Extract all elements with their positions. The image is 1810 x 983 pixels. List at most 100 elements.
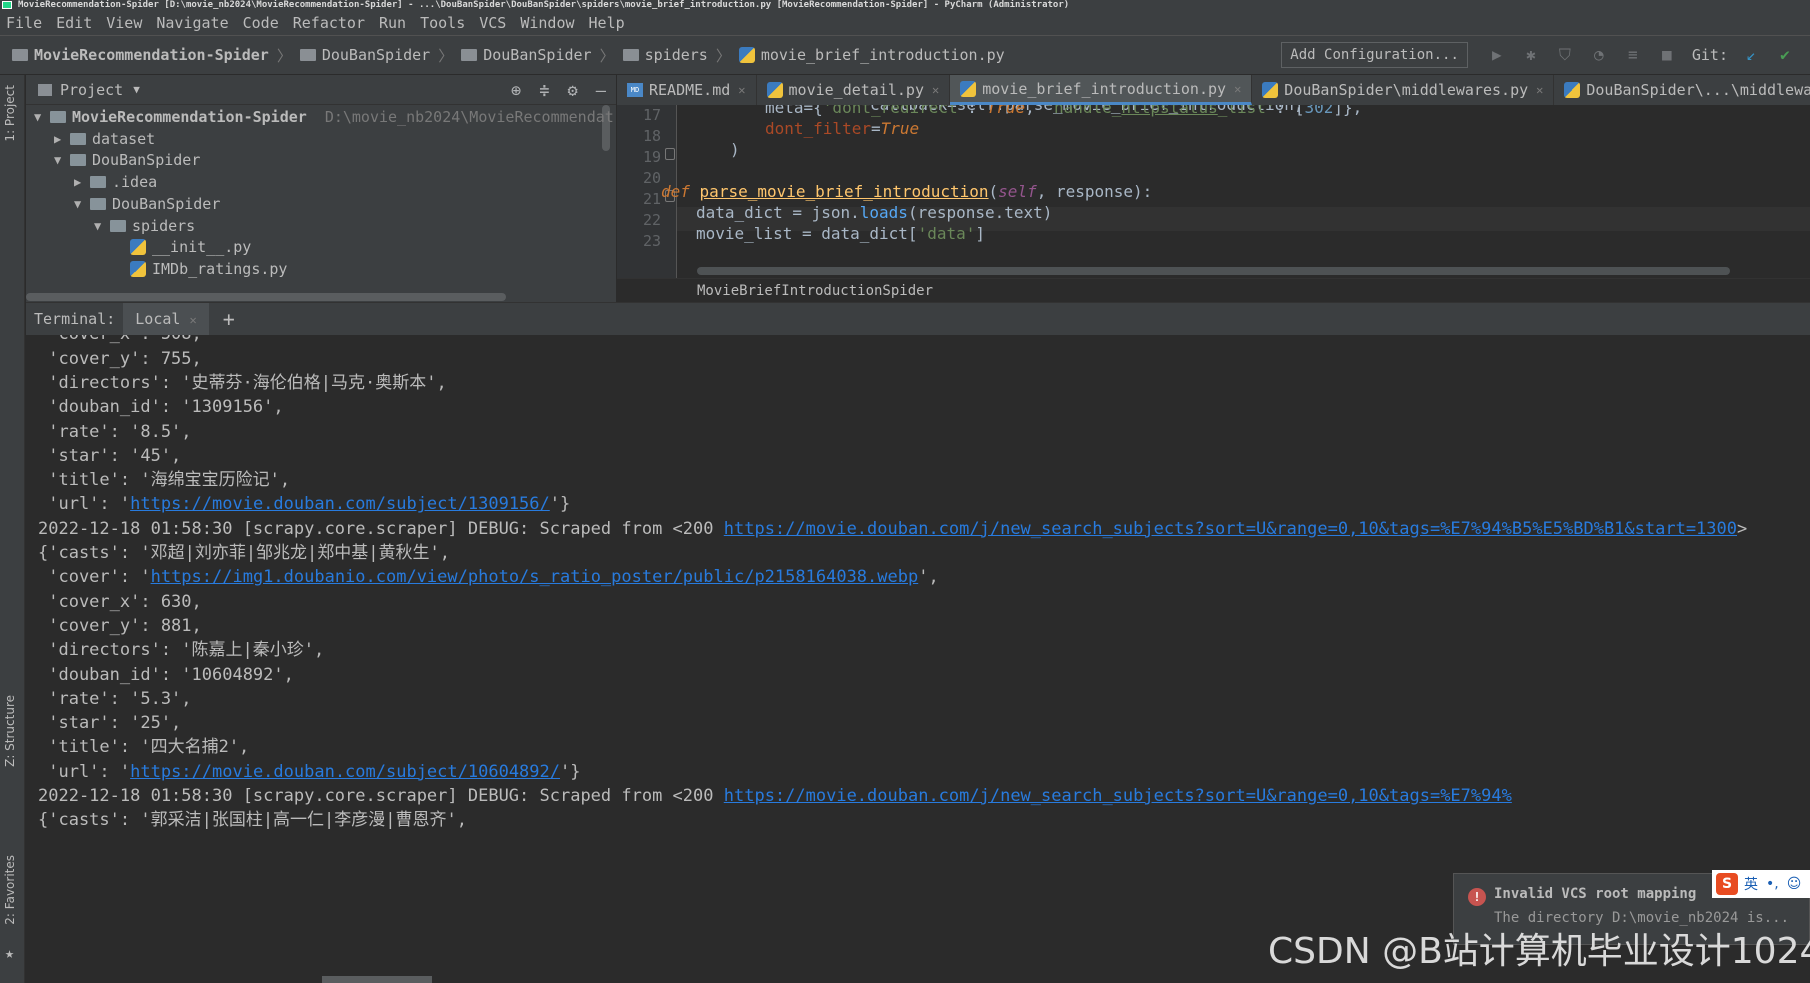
close-icon[interactable]: ✕ bbox=[932, 83, 939, 97]
run-icon[interactable]: ▶ bbox=[1488, 46, 1506, 64]
locate-icon[interactable]: ⊕ bbox=[511, 81, 521, 101]
tree-node--init-py[interactable]: __init__.py bbox=[114, 235, 251, 259]
project-tool-tab[interactable]: 1: Project bbox=[3, 85, 17, 142]
terminal-text: '} bbox=[549, 494, 571, 515]
chevron-right-icon[interactable]: ▶ bbox=[74, 170, 90, 194]
code-line-22: data_dict = json.loads(response.text) bbox=[696, 203, 1053, 222]
folder-icon bbox=[38, 83, 52, 96]
menu-item-help[interactable]: Help bbox=[589, 14, 625, 32]
tree-node-imdb-ratings-py[interactable]: IMDb_ratings.py bbox=[114, 257, 287, 281]
line-number: 19 bbox=[642, 148, 661, 166]
menu-item-run[interactable]: Run bbox=[379, 14, 406, 32]
editor-tab[interactable]: movie_detail.py ✕ bbox=[757, 75, 951, 105]
editor-tab-label: DouBanSpider\middlewares.py bbox=[1284, 81, 1529, 99]
tree-node-spiders[interactable]: ▼ spiders bbox=[94, 214, 195, 238]
terminal-text: {'casts': '郭采洁|张国柱|高一仁|李彦漫|曹恩齐', bbox=[38, 810, 467, 831]
breadcrumb-label: MovieRecommendation-Spider bbox=[34, 46, 269, 64]
bottom-scrollbar[interactable] bbox=[322, 976, 432, 983]
menu-item-refactor[interactable]: Refactor bbox=[293, 14, 365, 32]
favorites-tool-tab[interactable]: 2: Favorites bbox=[3, 855, 17, 925]
ime-toolbar[interactable]: S 英 •, ☺ bbox=[1712, 870, 1810, 898]
breadcrumb-item[interactable]: 〉 DouBanSpider bbox=[430, 45, 591, 66]
add-configuration-button[interactable]: Add Configuration... bbox=[1281, 42, 1468, 68]
tree-node--idea[interactable]: ▶ .idea bbox=[74, 170, 157, 194]
folder-icon bbox=[90, 197, 106, 210]
menu-item-edit[interactable]: Edit bbox=[56, 14, 92, 32]
editor-tab[interactable]: DouBanSpider\...\middlewar bbox=[1554, 75, 1810, 105]
gear-icon[interactable]: ⚙ bbox=[568, 81, 578, 101]
close-icon[interactable]: ✕ bbox=[1536, 83, 1543, 97]
debug-icon[interactable]: ✱ bbox=[1522, 46, 1540, 64]
menu-item-view[interactable]: View bbox=[106, 14, 142, 32]
editor-tab[interactable]: DouBanSpider\middlewares.py ✕ bbox=[1252, 75, 1555, 105]
minimize-icon[interactable]: — bbox=[596, 81, 606, 101]
tree-node-label: spiders bbox=[132, 216, 196, 235]
chevron-down-icon[interactable]: ▼ bbox=[94, 214, 110, 238]
menu-item-window[interactable]: Window bbox=[520, 14, 574, 32]
fold-end-icon[interactable] bbox=[665, 148, 675, 160]
stop-icon[interactable]: ■ bbox=[1658, 46, 1676, 64]
breadcrumb-item[interactable]: 〉 spiders bbox=[592, 45, 708, 66]
terminal-link[interactable]: https://movie.douban.com/j/new_search_su… bbox=[724, 786, 1512, 806]
chevron-down-icon[interactable]: ▼ bbox=[74, 192, 90, 216]
editor-tab[interactable]: MD README.md ✕ bbox=[617, 75, 757, 105]
tree-node-label: .idea bbox=[112, 173, 158, 192]
terminal-link[interactable]: https://movie.douban.com/subject/1309156… bbox=[130, 494, 550, 514]
chevron-right-icon[interactable]: ▶ bbox=[54, 127, 70, 151]
structure-tool-tab[interactable]: Z: Structure bbox=[3, 695, 17, 767]
profile-icon[interactable]: ◔ bbox=[1590, 46, 1608, 64]
coverage-icon[interactable]: ⛉ bbox=[1556, 46, 1574, 64]
tree-node-dataset[interactable]: ▶ dataset bbox=[54, 127, 155, 151]
close-icon[interactable]: ✕ bbox=[189, 313, 196, 327]
tree-horizontal-scrollbar[interactable] bbox=[26, 293, 506, 301]
terminal-text: 'rate': '5.3', bbox=[38, 688, 192, 709]
editor-tab[interactable]: movie_brief_introduction.py ✕ bbox=[950, 75, 1253, 105]
punctuation-icon[interactable]: •, bbox=[1766, 876, 1779, 892]
breadcrumb-item[interactable]: 〉 movie_brief_introduction.py bbox=[708, 45, 1005, 66]
breadcrumb: MovieRecommendation-Spider 〉 DouBanSpider 〉… bbox=[12, 45, 1005, 66]
terminal-link[interactable]: https://img1.doubanio.com/view/photo/s_r… bbox=[151, 567, 919, 587]
python-file-icon bbox=[738, 47, 755, 63]
tree-node-label: dataset bbox=[92, 129, 156, 148]
terminal-text: ', bbox=[918, 567, 939, 588]
project-panel-title[interactable]: Project bbox=[60, 81, 123, 99]
tree-node-movierecommendation-spider[interactable]: ▼ MovieRecommendation-Spider D:\movie_nb20… bbox=[34, 105, 614, 129]
terminal-link[interactable]: https://movie.douban.com/j/new_search_su… bbox=[724, 519, 1737, 539]
menu-item-tools[interactable]: Tools bbox=[420, 14, 465, 32]
collapse-all-icon[interactable]: ≑ bbox=[539, 81, 549, 101]
menu-item-code[interactable]: Code bbox=[243, 14, 279, 32]
breadcrumb-item[interactable]: MovieRecommendation-Spider bbox=[12, 45, 269, 66]
notification-title: Invalid VCS root mapping bbox=[1494, 886, 1697, 902]
concurrency-icon[interactable]: ≡ bbox=[1624, 46, 1642, 64]
menu-item-vcs[interactable]: VCS bbox=[479, 14, 506, 32]
terminal-tab-local[interactable]: Local ✕ bbox=[123, 302, 209, 336]
ime-language[interactable]: 英 bbox=[1744, 874, 1758, 894]
emoji-icon[interactable]: ☺ bbox=[1787, 876, 1802, 892]
close-icon[interactable]: ✕ bbox=[738, 83, 745, 97]
code-editor[interactable]: 17181920212223 callback=self.parse_movie… bbox=[617, 105, 1810, 278]
error-icon: ! bbox=[1468, 888, 1486, 906]
star-icon[interactable]: ★ bbox=[5, 944, 14, 962]
breadcrumb-item[interactable]: 〉 DouBanSpider bbox=[269, 45, 430, 66]
terminal-text: 'cover_y': 755, bbox=[38, 348, 202, 369]
chevron-down-icon[interactable]: ▼ bbox=[34, 105, 50, 129]
tree-node-doubanspider[interactable]: ▼ DouBanSpider bbox=[54, 148, 200, 172]
git-update-icon[interactable]: ↙ bbox=[1742, 46, 1760, 64]
terminal-header: Terminal: Local ✕ + bbox=[26, 302, 1810, 336]
terminal-text: 'directors': '陈嘉上|秦小珍', bbox=[38, 640, 325, 661]
left-tool-strip: 1: Project Z: Structure 2: Favorites ★ bbox=[0, 75, 25, 983]
menu-item-file[interactable]: File bbox=[6, 14, 42, 32]
tree-node-doubanspider[interactable]: ▼ DouBanSpider bbox=[74, 192, 220, 216]
chevron-down-icon[interactable]: ▼ bbox=[133, 83, 140, 96]
editor-tab-label: movie_detail.py bbox=[788, 81, 924, 99]
terminal-link[interactable]: https://movie.douban.com/subject/1060489… bbox=[130, 762, 560, 782]
folder-icon bbox=[50, 111, 66, 123]
menu-item-navigate[interactable]: Navigate bbox=[156, 14, 228, 32]
close-icon[interactable]: ✕ bbox=[1234, 82, 1241, 96]
chevron-down-icon[interactable]: ▼ bbox=[54, 148, 70, 172]
git-commit-icon[interactable]: ✔ bbox=[1776, 46, 1794, 64]
terminal-line: {'casts': '郭采洁|张国柱|高一仁|李彦漫|曹恩齐', bbox=[38, 806, 467, 834]
editor-horizontal-scrollbar[interactable] bbox=[697, 267, 1730, 275]
editor-breadcrumb[interactable]: MovieBriefIntroductionSpider bbox=[617, 278, 1810, 302]
new-terminal-icon[interactable]: + bbox=[223, 307, 235, 331]
